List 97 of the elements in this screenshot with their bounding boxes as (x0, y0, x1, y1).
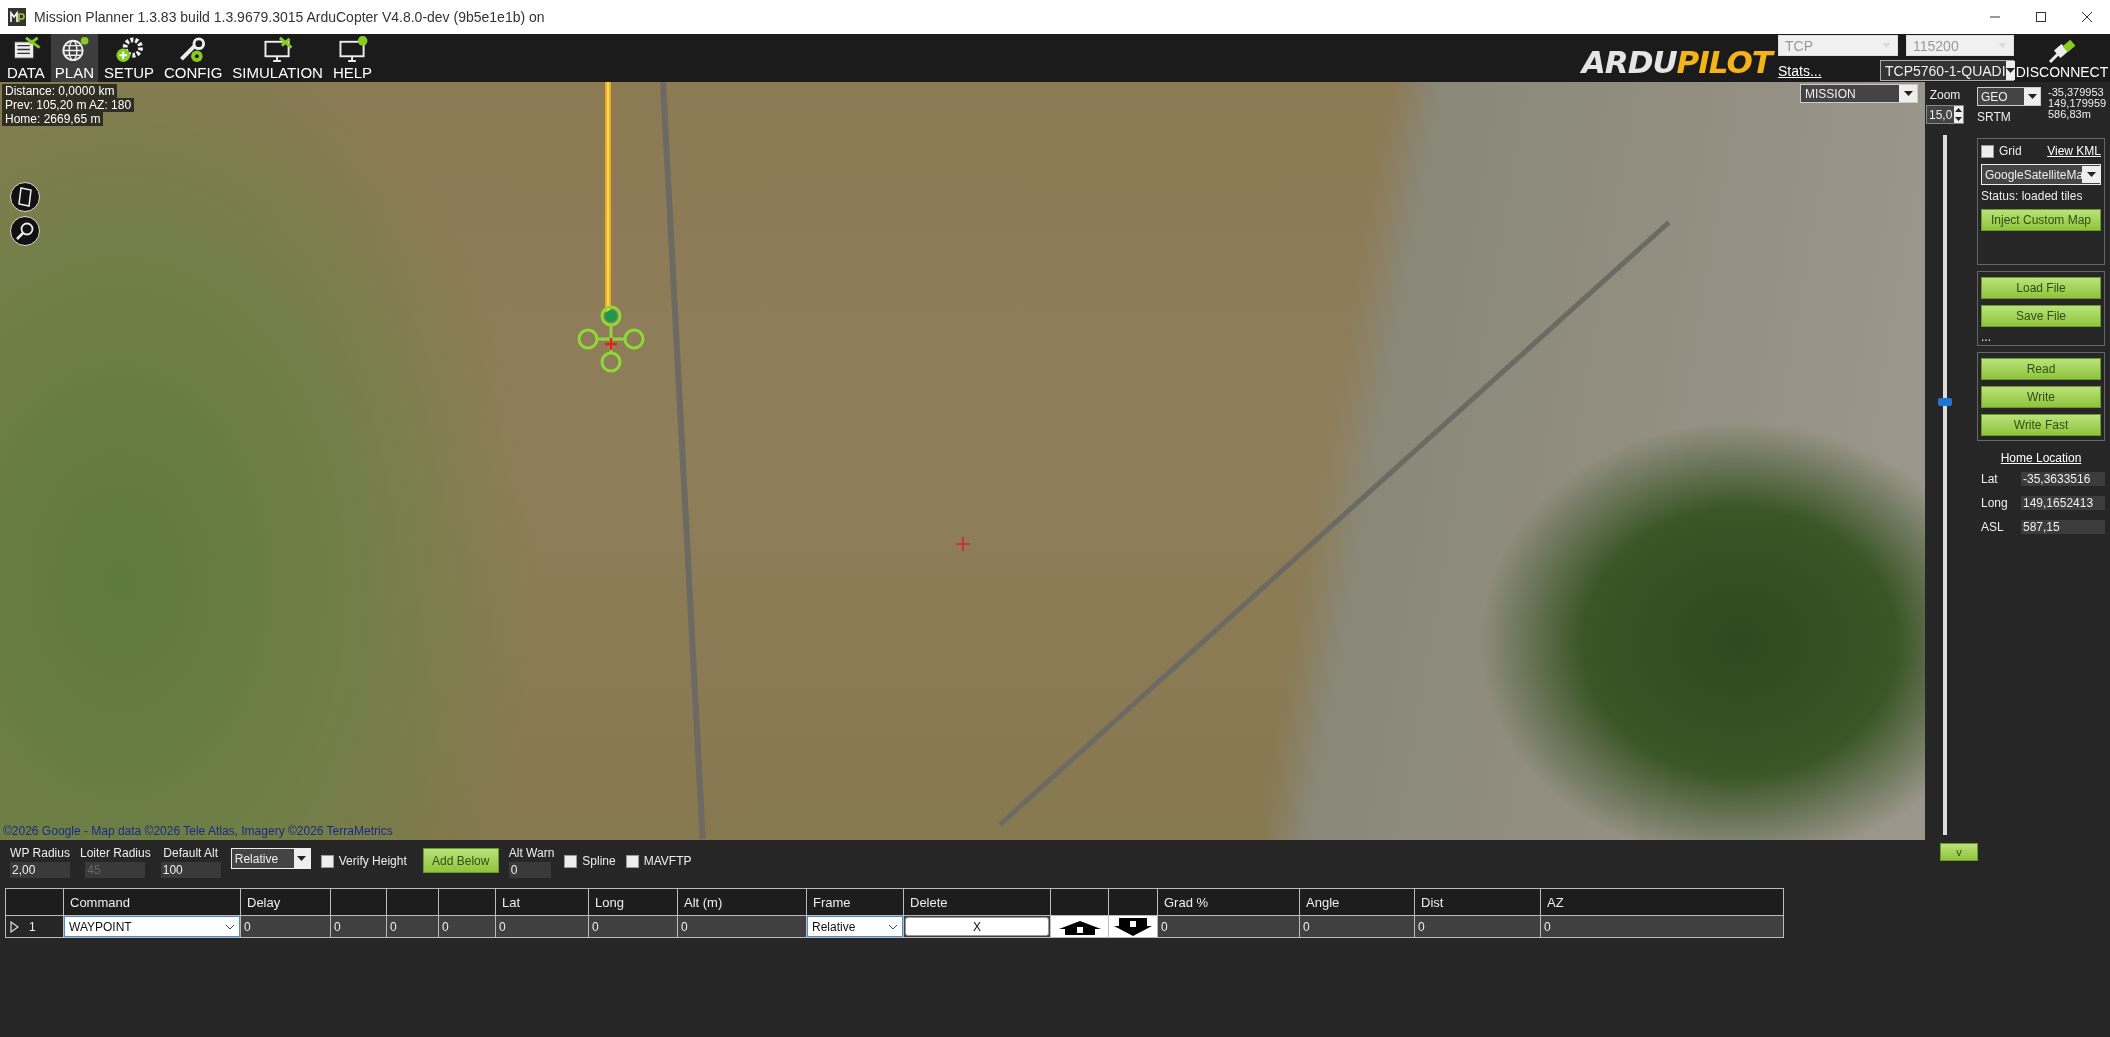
collapse-button[interactable]: v (1940, 843, 1978, 861)
home-location-link[interactable]: Home Location (2000, 451, 2082, 465)
caret-icon (2005, 68, 2015, 73)
checkbox[interactable]: Spline (564, 854, 616, 868)
toolbar-tab[interactable]: SIMULATION (228, 34, 327, 82)
toolbar-tab[interactable]: HELP (328, 34, 377, 82)
maximize-icon (2036, 12, 2046, 22)
coordinate-system-dropdown[interactable]: GEO (1977, 87, 2041, 106)
toolbar-tab[interactable]: PLAN (50, 34, 98, 82)
mission-button[interactable]: Read (1981, 358, 2101, 380)
column-header[interactable]: Angle (1299, 888, 1415, 916)
home-field-value: -35,3633516 (2021, 471, 2105, 486)
column-header[interactable]: Grad % (1157, 888, 1300, 916)
column-header[interactable]: Delete (903, 888, 1051, 916)
zoom-button[interactable] (10, 216, 40, 246)
map-info-text: Distance: 0,0000 km (2, 84, 118, 98)
column-header[interactable]: Lat (495, 888, 589, 916)
zoom-slider[interactable] (1935, 135, 1955, 835)
caret-icon (297, 856, 307, 861)
checkbox[interactable]: Verify Height (320, 854, 407, 868)
row-number: 1 (29, 919, 36, 934)
map-provider-dropdown[interactable]: GoogleSatelliteMa (1981, 164, 2101, 185)
close-icon (2082, 12, 2092, 22)
add-below-button[interactable]: Add Below (422, 848, 499, 873)
home-field-value: 587,15 (2021, 519, 2105, 534)
slider-thumb[interactable] (1938, 397, 1952, 406)
table-dropdown[interactable]: Relative (807, 916, 903, 937)
plug-icon (2046, 38, 2078, 64)
altitude-frame-dropdown[interactable]: Relative (230, 848, 311, 869)
up-arrow-icon (1058, 918, 1101, 935)
magnifier-icon (16, 222, 34, 240)
cursor-coordinate: 149,179959 (2048, 98, 2107, 109)
table-dropdown[interactable]: WAYPOINT (64, 916, 240, 937)
logo: ARDUPILOT (1577, 38, 1776, 82)
map-attribution: ©2026 Google - Map data ©2026 Tele Atlas, Imagery ©2026 TerraMetrics (3, 824, 393, 838)
cursor-coordinate: 586,83m (2048, 109, 2091, 120)
alt-warn-label: Alt Warn (508, 846, 555, 860)
compass-button[interactable] (10, 182, 40, 212)
column-header[interactable]: Dist (1414, 888, 1541, 916)
up-arrow-icon (1955, 108, 1963, 113)
delete-button[interactable]: X (905, 917, 1049, 936)
alt-warn-field[interactable]: 0 (508, 862, 551, 878)
chevron-icon (888, 923, 898, 930)
default-alt-field[interactable]: 100 (160, 862, 221, 878)
toolbar-tab[interactable]: SETUP (99, 34, 158, 82)
zoom-label: Zoom (1929, 88, 1961, 102)
map-info-text: Prev: 105,20 m AZ: 180 (2, 98, 135, 112)
disconnect-button[interactable]: DISCONNECT (2014, 34, 2110, 82)
zoom-spinner[interactable]: 15,0 (1926, 105, 1964, 124)
file-button[interactable]: Save File (1981, 305, 2101, 327)
wp-radius-field[interactable]: 2,00 (10, 862, 70, 878)
layer-dropdown[interactable]: MISSION (1800, 84, 1918, 103)
satellite-map[interactable]: Distance: 0,0000 km Prev: 105,20 m AZ: 180 Home: 2669,65 m ©2026 Google - Map data ©2026 Tele Atlas, Imagery ©2026 TerraMetrics MISSION (0, 82, 1925, 840)
home-field-label: Long (1981, 495, 2009, 510)
crosshair-icon (956, 537, 970, 551)
loiter-radius-label: Loiter Radius (80, 846, 151, 860)
column-header[interactable]: Long (588, 888, 678, 916)
move-down-button[interactable] (1114, 917, 1152, 936)
column-header[interactable]: Frame (806, 888, 904, 916)
chevron-icon (225, 923, 235, 930)
caret-icon (2086, 172, 2096, 177)
caret-icon (2027, 94, 2037, 99)
table-cell[interactable]: 0 (1540, 915, 1784, 938)
app-icon (8, 8, 26, 26)
move-up-button[interactable] (1058, 918, 1101, 935)
wp-radius-label: WP Radius (10, 846, 70, 860)
quadcopter-icon (576, 304, 646, 374)
mission-button[interactable]: Write (1981, 386, 2101, 408)
view-kml-link[interactable]: View KML (2047, 144, 2101, 158)
device-dropdown[interactable]: TCP5760-1-QUADI (1880, 60, 2014, 81)
ellipsis-text: ... (1981, 333, 1992, 341)
window-title: Mission Planner 1.3.83 build 1.3.9679.3015 ArduCopter V4.8.0-dev (9b5e1e1b) on (34, 9, 546, 25)
map-info-text: Home: 2669,65 m (2, 112, 104, 126)
checkbox[interactable]: Grid (1981, 144, 2022, 158)
column-header[interactable]: AZ (1540, 888, 1784, 916)
toolbar-tab[interactable]: DATA (3, 34, 49, 82)
mission-button[interactable]: Write Fast (1981, 414, 2101, 436)
compass-icon (17, 187, 33, 207)
inject-custom-map-button[interactable]: Inject Custom Map (1981, 209, 2101, 231)
checkbox[interactable]: MAVFTP (625, 854, 692, 868)
home-field-label: Lat (1981, 471, 1999, 486)
elevation-source-label: SRTM (1977, 110, 2012, 124)
stats-link[interactable]: Stats... (1778, 62, 1822, 79)
toolbar-tab[interactable]: CONFIG (160, 34, 227, 82)
map-status-text: Status: loaded tiles (1981, 189, 2084, 203)
column-header[interactable]: Alt (m) (677, 888, 807, 916)
simulation-icon (261, 36, 294, 63)
cursor-coordinate: -35,379953 (2048, 87, 2105, 98)
default-alt-label: Default Alt (163, 846, 219, 860)
home-field-value: 149,1652413 (2021, 495, 2105, 510)
column-header[interactable]: Delay (240, 888, 331, 916)
column-header[interactable]: Command (63, 888, 241, 916)
down-arrow-icon (1955, 116, 1963, 121)
caret-icon (1903, 91, 1913, 96)
home-field-label: ASL (1981, 519, 2005, 534)
file-button[interactable]: Load File (1981, 277, 2101, 299)
table-cell[interactable]: 0 (1157, 915, 1300, 938)
